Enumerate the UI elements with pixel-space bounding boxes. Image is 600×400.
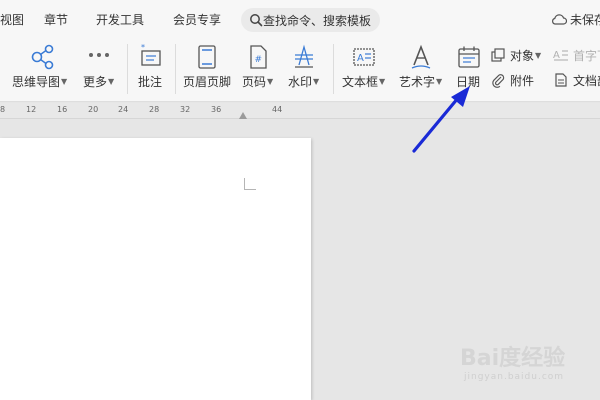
dropdown-caret-icon: ▼: [108, 77, 115, 86]
ruler-tick-label: 36: [211, 105, 222, 114]
ruler-tick-label: 44: [272, 105, 283, 114]
textbox-icon: A: [353, 48, 375, 66]
drop-cap-label: 首字下: [573, 49, 600, 63]
watermark-icon: [295, 44, 313, 68]
textbox-button[interactable]: A 文本框▼: [338, 38, 390, 98]
watermark-button[interactable]: 水印▼: [285, 38, 329, 98]
menu-member-exclusive[interactable]: 会员专享: [173, 11, 221, 28]
ruler-tick-label: 16: [57, 105, 68, 114]
annotation-arrow-icon: [412, 86, 470, 153]
command-search-box[interactable]: 查找命令、搜索模板: [241, 8, 380, 32]
watermark-url-text: jingyan.baidu.com: [464, 372, 565, 382]
more-dots-icon: [89, 53, 109, 57]
doc-parts-label: 文档部: [573, 74, 600, 88]
document-parts-icon: [555, 73, 567, 87]
wps-writer-window: 视图 章节 开发工具 会员专享 查找命令、搜索模板 未保存: [0, 0, 600, 400]
page-number-icon: #: [250, 45, 267, 69]
dropdown-caret-icon: ▼: [61, 77, 68, 86]
more-label: 更多: [83, 75, 108, 89]
textbox-label: 文本框: [342, 75, 379, 89]
ruler-tick-label: 24: [118, 105, 129, 114]
dropdown-caret-icon: ▼: [379, 77, 386, 86]
page-margin-corner-mark: [244, 178, 256, 190]
ruler-tick-label: 8: [0, 105, 6, 114]
ribbon-divider: [175, 44, 176, 94]
mindmap-label: 思维导图: [12, 75, 61, 89]
comment-icon: *: [141, 43, 161, 66]
drop-cap-button[interactable]: A 首字下: [553, 46, 600, 64]
watermark-label: 水印: [288, 75, 313, 89]
mindmap-button[interactable]: 思维导图▼: [0, 38, 76, 98]
ruler-tick-label: 20: [88, 105, 99, 114]
drop-cap-icon: A: [553, 50, 568, 61]
menu-chapter[interactable]: 章节: [44, 11, 68, 28]
ruler-tick-label: 12: [26, 105, 37, 114]
header-footer-button[interactable]: 页眉页脚: [180, 38, 236, 98]
baidu-jingyan-watermark: Bai度经验 jingyan.baidu.com: [460, 340, 590, 395]
dropdown-caret-icon: ▼: [535, 51, 542, 60]
object-icon: [491, 48, 505, 62]
comment-label: 批注: [138, 75, 163, 89]
header-footer-icon: [198, 45, 216, 69]
mindmap-icon: [31, 44, 54, 70]
header-footer-label: 页眉页脚: [183, 75, 232, 89]
insert-ribbon: 思维导图▼ 更多▼ * 批注 页眉页脚 # 页码▼ 水印▼ A 文本框▼ 艺术字…: [0, 38, 600, 102]
menu-bar: 视图 章节 开发工具 会员专享 查找命令、搜索模板 未保存: [0, 0, 600, 38]
comment-button[interactable]: * 批注: [132, 38, 170, 98]
more-button[interactable]: 更多▼: [80, 38, 120, 98]
dropdown-caret-icon: ▼: [267, 77, 274, 86]
paperclip-icon: [492, 74, 505, 88]
object-button[interactable]: 对象▼: [490, 46, 548, 64]
horizontal-ruler[interactable]: 8 12 16 20 24 28 32 36 44: [0, 103, 600, 119]
page-number-label: 页码: [242, 75, 267, 89]
svg-text:A: A: [357, 53, 364, 64]
svg-text:#: #: [255, 55, 263, 65]
menu-developer-tools[interactable]: 开发工具: [96, 11, 144, 28]
attachment-label: 附件: [510, 74, 535, 88]
unsaved-label: 未保存: [570, 13, 600, 27]
search-placeholder: 查找命令、搜索模板: [263, 14, 372, 28]
search-icon: [250, 14, 263, 27]
ruler-tick-label: 32: [180, 105, 191, 114]
cloud-icon: [552, 14, 567, 25]
dropdown-caret-icon: ▼: [313, 77, 320, 86]
page-number-button[interactable]: # 页码▼: [238, 38, 284, 98]
ribbon-divider: [333, 44, 334, 94]
wordart-icon: [411, 44, 431, 69]
attachment-button[interactable]: 附件: [490, 71, 540, 89]
doc-parts-button[interactable]: 文档部: [553, 71, 600, 89]
svg-text:*: *: [141, 43, 145, 52]
ruler-tick-label: 28: [149, 105, 160, 114]
svg-text:A: A: [553, 50, 560, 61]
calendar-icon: [458, 46, 480, 68]
object-label: 对象: [510, 49, 535, 63]
menu-view[interactable]: 视图: [0, 11, 24, 28]
ribbon-divider: [127, 44, 128, 94]
document-page[interactable]: [0, 138, 311, 400]
watermark-logo-text: Bai度经验: [460, 346, 566, 371]
ruler-indent-marker[interactable]: [239, 112, 247, 119]
